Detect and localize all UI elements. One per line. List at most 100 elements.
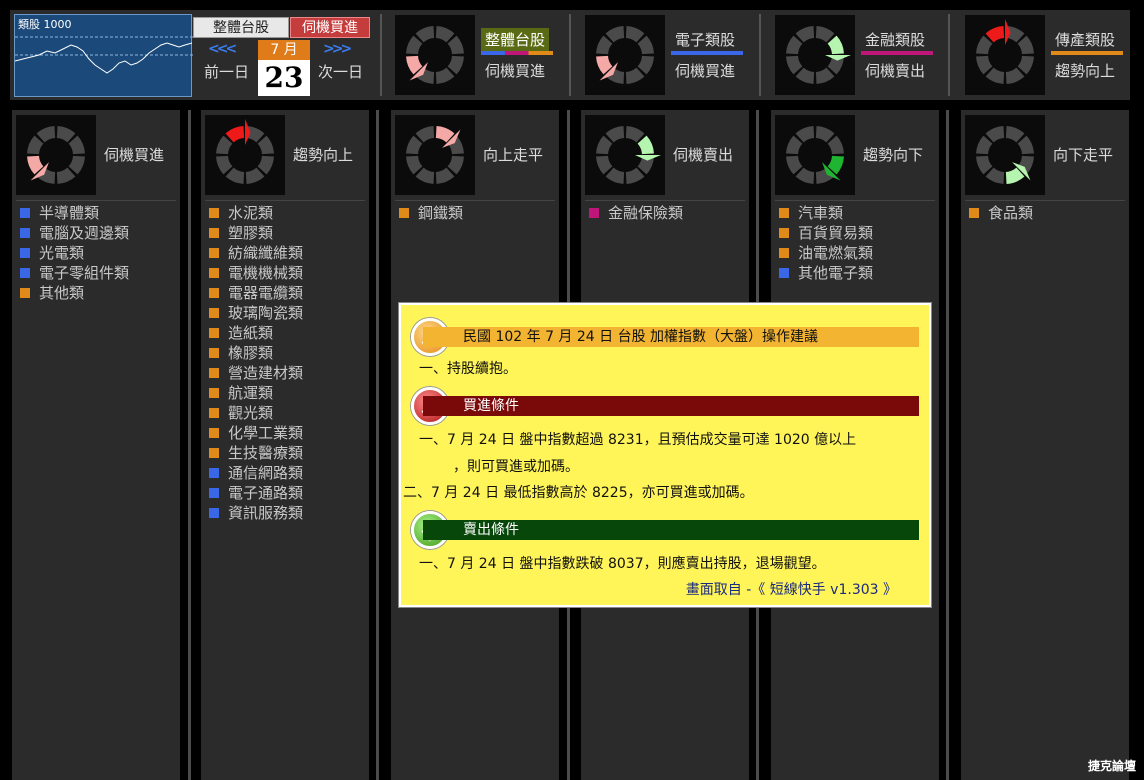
card-title: 整體台股 <box>481 28 550 51</box>
color-square-icon <box>779 208 789 218</box>
sector-label: 電腦及週邊類 <box>39 224 130 242</box>
buy-heading: 買進條件 <box>423 396 919 416</box>
buy-condition-1b: ，則可買進或加碼。 <box>453 459 579 475</box>
electronics-card[interactable]: 電子類股 伺機買進 <box>585 15 755 95</box>
color-square-icon <box>779 228 789 238</box>
cycle-up-icon <box>205 115 285 195</box>
sector-label: 航運類 <box>228 384 274 402</box>
next-day-button[interactable]: 次一日 <box>318 61 363 82</box>
sector-label: 電機機械類 <box>228 264 304 282</box>
sector-label: 資訊服務類 <box>228 504 304 522</box>
sector-item[interactable]: 光電類 <box>20 243 129 263</box>
card-color-bar <box>481 51 553 55</box>
sector-label: 水泥類 <box>228 204 274 222</box>
sector-item[interactable]: 水泥類 <box>209 203 303 223</box>
advice-popup[interactable]: 民國 102 年 7 月 24 日 台股 加權指數（大盤）操作建議 一、持股續抱… <box>398 302 932 608</box>
sector-list: 半導體類 電腦及週邊類 光電類 電子零組件類 其他類 <box>20 203 129 303</box>
sector-item[interactable]: 半導體類 <box>20 203 129 223</box>
column-title: 向上走平 <box>483 146 544 164</box>
finance-card[interactable]: 金融類股 伺機賣出 <box>775 15 945 95</box>
advice-text: 一、持股續抱。 <box>419 361 517 377</box>
sector-item[interactable]: 通信網路類 <box>209 463 303 483</box>
sector-item[interactable]: 電器電纜類 <box>209 283 303 303</box>
color-square-icon <box>209 408 219 418</box>
sector-item[interactable]: 汽車類 <box>779 203 873 223</box>
divider <box>759 14 761 96</box>
sector-label: 塑膠類 <box>228 224 274 242</box>
sector-item[interactable]: 觀光類 <box>209 403 303 423</box>
traditional-card[interactable]: 傳產類股 趨勢向上 <box>965 15 1135 95</box>
sector-item[interactable]: 油電燃氣類 <box>779 243 873 263</box>
advice-heading: 民國 102 年 7 月 24 日 台股 加權指數（大盤）操作建議 <box>423 327 919 347</box>
sector-item[interactable]: 紡織纖維類 <box>209 243 303 263</box>
divider <box>585 200 745 201</box>
sector-list: 鋼鐵類 <box>399 203 463 223</box>
sector-label: 電器電纜類 <box>228 284 304 302</box>
sector-item[interactable]: 電機機械類 <box>209 263 303 283</box>
color-square-icon <box>209 468 219 478</box>
divider <box>569 14 571 96</box>
color-square-icon <box>209 388 219 398</box>
sell-condition-1: 一、7 月 24 日 盤中指數跌破 8037，則應賣出持股，退場觀望。 <box>419 556 826 572</box>
sector-list: 金融保險類 <box>589 203 683 223</box>
sector-item[interactable]: 航運類 <box>209 383 303 403</box>
sector-label: 光電類 <box>39 244 85 262</box>
cycle-down-icon <box>775 115 855 195</box>
color-square-icon <box>209 368 219 378</box>
cycle-downflat-icon <box>965 115 1045 195</box>
month-display: 7 月 <box>258 40 310 60</box>
sector-item[interactable]: 電腦及週邊類 <box>20 223 129 243</box>
column-title: 向下走平 <box>1053 146 1114 164</box>
sector-label: 造紙類 <box>228 324 274 342</box>
sector-item[interactable]: 塑膠類 <box>209 223 303 243</box>
column-down-flat: 向下走平 食品類 <box>961 110 1129 780</box>
sector-item[interactable]: 橡膠類 <box>209 343 303 363</box>
sector-label: 紡織纖維類 <box>228 244 304 262</box>
sector-list: 水泥類塑膠類紡織纖維類電機機械類電器電纜類 玻璃陶瓷類 造紙類橡膠類 營造建材類 航運類… <box>209 203 303 523</box>
color-square-icon <box>589 208 599 218</box>
card-status: 伺機買進 <box>485 62 546 80</box>
prev-day-button[interactable]: 前一日 <box>204 61 249 82</box>
sector-item[interactable]: 其他類 <box>20 283 129 303</box>
color-square-icon <box>209 268 219 278</box>
cycle-buy-icon <box>395 15 475 95</box>
sector-list: 汽車類 百貨貿易類 油電燃氣類 其他電子類 <box>779 203 873 283</box>
sector-label: 橡膠類 <box>228 344 274 362</box>
sector-label: 生技醫療類 <box>228 444 304 462</box>
mini-index-chart[interactable]: 類股 1000 <box>14 14 193 97</box>
sector-item[interactable]: 化學工業類 <box>209 423 303 443</box>
card-status: 伺機買進 <box>675 62 736 80</box>
sector-item[interactable]: 生技醫療類 <box>209 443 303 463</box>
sector-item[interactable]: 其他電子類 <box>779 263 873 283</box>
cycle-sell-icon <box>585 115 665 195</box>
sector-item[interactable]: 百貨貿易類 <box>779 223 873 243</box>
card-title: 傳產類股 <box>1055 31 1116 49</box>
sector-label: 食品類 <box>988 204 1034 222</box>
cycle-up-icon <box>965 15 1045 95</box>
cycle-upflat-icon <box>395 115 475 195</box>
overall-market-tab[interactable]: 整體台股 <box>193 17 289 38</box>
sector-item[interactable]: 玻璃陶瓷類 <box>209 303 303 323</box>
prev-arrows-icon[interactable]: <<< <box>208 41 237 57</box>
sector-item[interactable]: 食品類 <box>969 203 1033 223</box>
color-square-icon <box>779 248 789 258</box>
sector-item[interactable]: 營造建材類 <box>209 363 303 383</box>
source-credit: 畫面取自 -《 短線快手 v1.303 》 <box>685 582 897 598</box>
sector-item[interactable]: 鋼鐵類 <box>399 203 463 223</box>
opportunity-buy-tab[interactable]: 伺機買進 <box>290 17 370 38</box>
next-arrows-icon[interactable]: >>> <box>323 41 352 57</box>
sector-item[interactable]: 電子通路類 <box>209 483 303 503</box>
cycle-buy-icon <box>16 115 96 195</box>
sector-label: 金融保險類 <box>608 204 684 222</box>
column-title: 伺機賣出 <box>673 146 734 164</box>
color-square-icon <box>209 428 219 438</box>
color-square-icon <box>209 228 219 238</box>
sector-item[interactable]: 資訊服務類 <box>209 503 303 523</box>
color-square-icon <box>969 208 979 218</box>
divider <box>205 200 365 201</box>
sector-item[interactable]: 電子零組件類 <box>20 263 129 283</box>
overall-market-card[interactable]: 整體台股 伺機買進 <box>395 15 565 95</box>
sector-item[interactable]: 金融保險類 <box>589 203 683 223</box>
sector-item[interactable]: 造紙類 <box>209 323 303 343</box>
color-square-icon <box>20 208 30 218</box>
